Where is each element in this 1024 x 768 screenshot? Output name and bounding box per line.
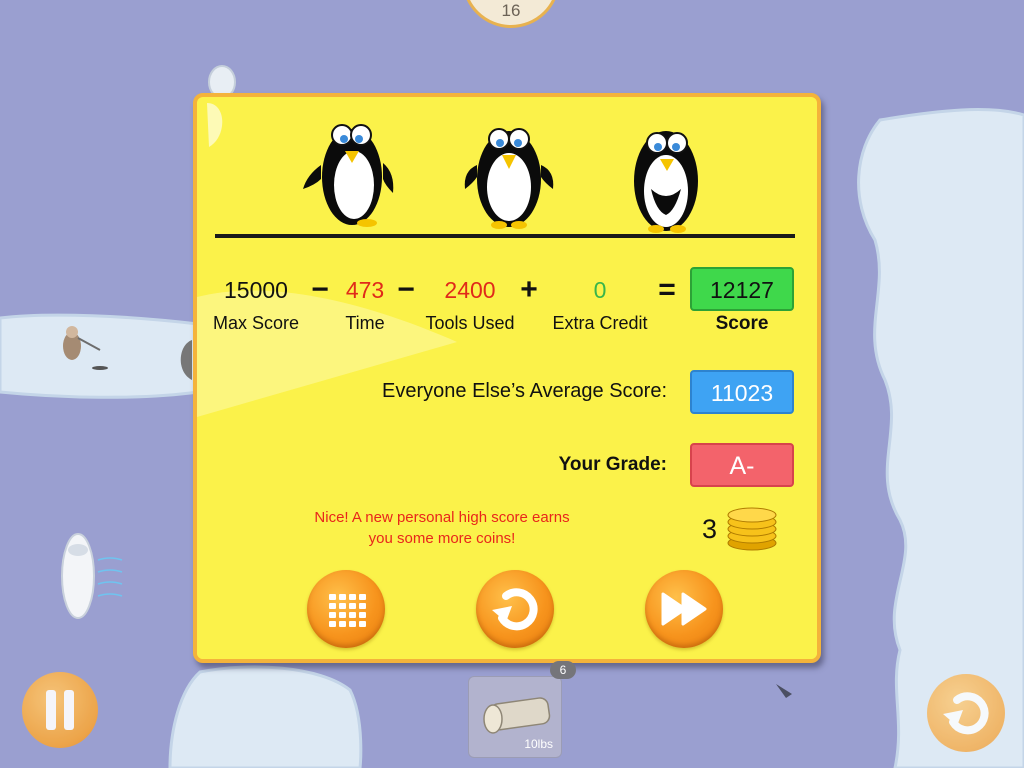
penguin-2-illustration bbox=[464, 128, 554, 229]
message-line-2: you some more coins! bbox=[368, 530, 516, 547]
level-menu-button[interactable] bbox=[307, 570, 385, 648]
tool-slot[interactable]: 10lbs bbox=[468, 676, 562, 758]
top-counter-value: 16 bbox=[501, 1, 521, 20]
tool-count-badge: 6 bbox=[550, 661, 576, 679]
extra-credit-value: 0 bbox=[593, 277, 607, 303]
fast-forward-icon bbox=[661, 592, 707, 626]
restart-icon bbox=[943, 692, 989, 735]
results-dialog: 15000 Max Score − 473 Time − 2400 Tools … bbox=[193, 93, 821, 663]
plus-operator: + bbox=[520, 273, 538, 306]
pause-button[interactable] bbox=[22, 672, 98, 748]
replay-button[interactable] bbox=[476, 570, 554, 648]
pause-icon bbox=[46, 690, 74, 730]
grade-box: A- bbox=[690, 443, 794, 487]
max-score-value: 15000 bbox=[224, 277, 288, 303]
penguin-3-illustration bbox=[634, 131, 698, 233]
coin-count: 3 bbox=[702, 514, 718, 544]
grade-label: Your Grade: bbox=[558, 454, 667, 475]
average-score-label: Everyone Else’s Average Score: bbox=[382, 380, 667, 402]
high-score-message: Nice! A new personal high score earns yo… bbox=[282, 507, 602, 549]
average-score-box: 11023 bbox=[690, 370, 794, 414]
final-score-box: 12127 bbox=[690, 267, 794, 311]
final-score-label: Score bbox=[715, 313, 769, 334]
coin-stack-icon bbox=[727, 507, 777, 551]
replay-icon bbox=[492, 588, 538, 631]
next-level-button[interactable] bbox=[645, 570, 723, 648]
message-line-1: Nice! A new personal high score earns bbox=[314, 509, 570, 526]
tool-weight-label: 10lbs bbox=[524, 737, 553, 751]
tools-used-value: 2400 bbox=[444, 277, 496, 303]
penguin-1-illustration bbox=[303, 124, 394, 227]
extra-credit-label: Extra Credit bbox=[552, 313, 648, 333]
equals-operator: = bbox=[658, 273, 676, 306]
level-grid-icon bbox=[329, 594, 366, 627]
tools-used-label: Tools Used bbox=[425, 313, 515, 333]
restart-button[interactable] bbox=[927, 674, 1005, 752]
penguin-divider bbox=[215, 234, 795, 238]
